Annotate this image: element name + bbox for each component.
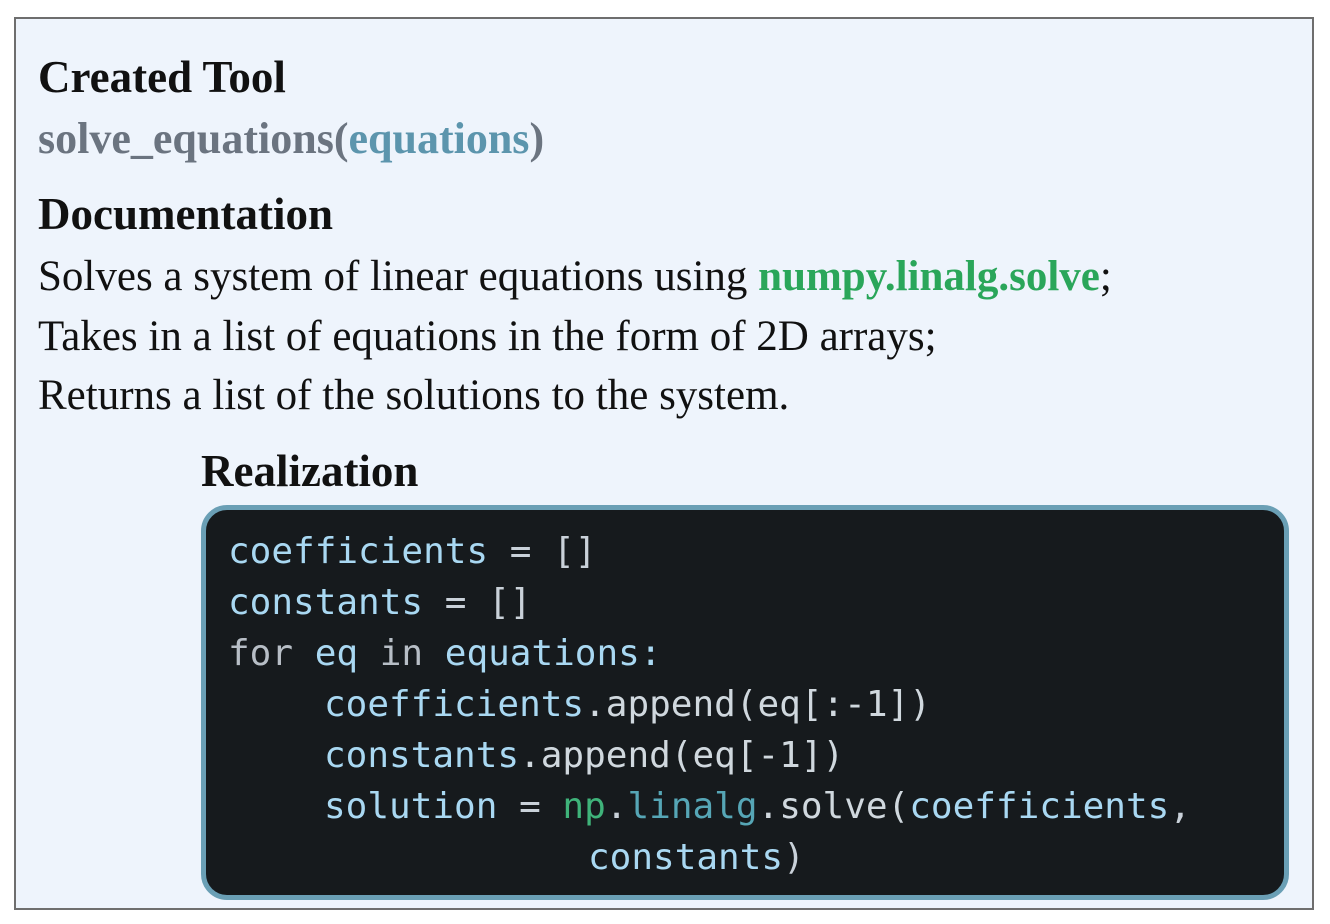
code-line-6: solution = np.linalg.solve(coefficients, <box>324 789 1191 825</box>
code-token: coefficients <box>909 786 1170 827</box>
code-token: constants <box>324 735 520 776</box>
tool-signature: solve_equations(equations) <box>38 117 544 161</box>
code-line-3: for eq in equations: <box>228 636 662 672</box>
code-token: .append(eq[-1]) <box>519 735 845 776</box>
code-token: = [] <box>488 531 597 572</box>
documentation-line-1: Solves a system of linear equations usin… <box>38 255 1112 298</box>
created-tool-heading: Created Tool <box>38 52 286 102</box>
code-keyword: in <box>379 633 424 674</box>
code-token: = <box>497 786 563 827</box>
code-token: .append(eq[:-1]) <box>584 684 931 725</box>
doc-line1-prefix: Solves a system of linear equations usin… <box>38 253 759 300</box>
code-token: constants <box>588 837 784 878</box>
documentation-heading: Documentation <box>38 189 333 239</box>
doc-line1-highlight: numpy.linalg.solve <box>758 253 1100 300</box>
code-token: coefficients <box>228 531 489 572</box>
function-close-paren: ) <box>529 114 545 163</box>
code-token: solution <box>324 786 498 827</box>
code-line-5: constants.append(eq[-1]) <box>324 738 844 774</box>
code-token: . <box>605 786 628 827</box>
code-line-4: coefficients.append(eq[:-1]) <box>324 687 931 723</box>
code-token: equations: <box>423 633 662 674</box>
code-line-2: constants = [] <box>228 585 531 621</box>
documentation-line-3: Returns a list of the solutions to the s… <box>38 372 790 419</box>
code-line-1: coefficients = [] <box>228 534 596 570</box>
code-token: coefficients <box>324 684 585 725</box>
code-token: constants <box>228 582 424 623</box>
code-keyword: for <box>228 633 294 674</box>
code-token: , <box>1169 786 1192 827</box>
code-block: coefficients = [] constants = [] for eq … <box>201 505 1289 900</box>
doc-line1-suffix: ; <box>1099 253 1112 300</box>
code-token: ) <box>783 837 805 878</box>
function-argument: equations <box>348 114 530 163</box>
code-token: .solve( <box>757 786 910 827</box>
realization-heading: Realization <box>201 446 419 496</box>
code-module: np <box>562 786 606 827</box>
code-token: eq <box>293 633 380 674</box>
function-name: solve_equations( <box>38 114 349 163</box>
code-token: = [] <box>423 582 532 623</box>
tool-card: Created Tool solve_equations(equations) … <box>14 17 1314 910</box>
code-line-7: constants) <box>588 840 805 876</box>
code-module: linalg <box>627 786 758 827</box>
documentation-line-2: Takes in a list of equations in the form… <box>38 313 937 360</box>
